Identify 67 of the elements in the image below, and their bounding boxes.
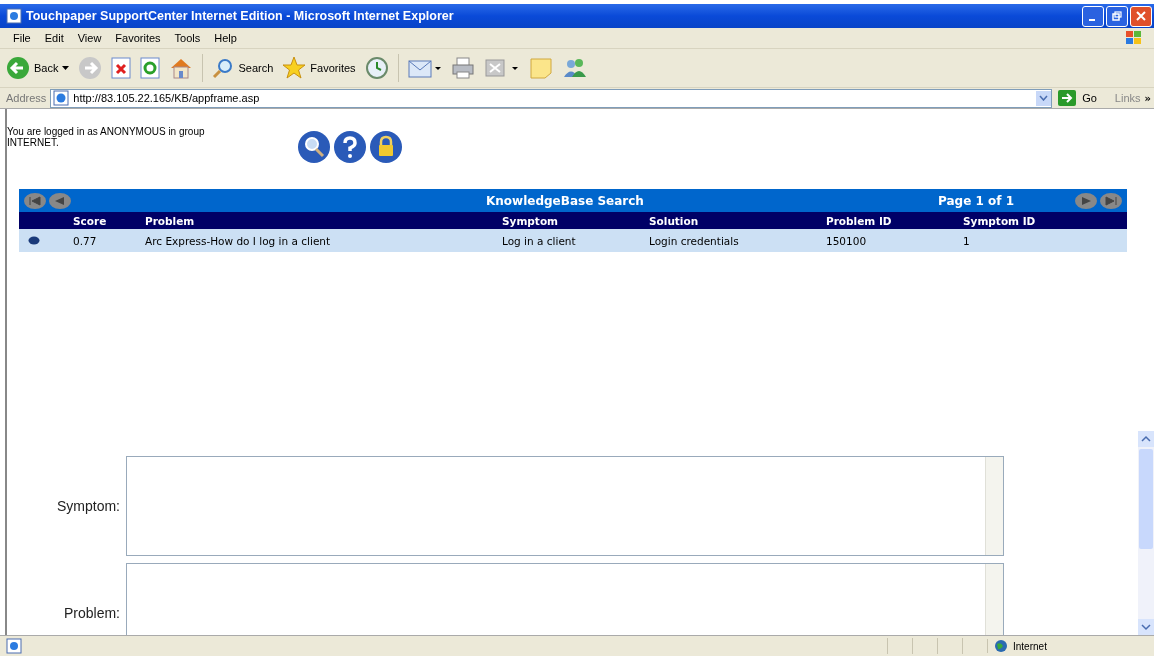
- text-area[interactable]: [126, 456, 1004, 556]
- column-header: Symptom ID: [963, 212, 1127, 229]
- table-cell: 1: [963, 229, 1127, 252]
- back-button[interactable]: Back: [6, 56, 70, 80]
- menu-item[interactable]: Help: [207, 32, 244, 44]
- vertical-scrollbar[interactable]: [1138, 431, 1154, 635]
- close-button[interactable]: [1130, 5, 1152, 27]
- close-icon: [1136, 11, 1146, 21]
- login-status-text: You are logged in as ANONYMOUS in group INTERNET.: [7, 126, 206, 148]
- field-label: Problem:: [62, 605, 121, 621]
- menu-item[interactable]: File: [6, 32, 38, 44]
- column-header: Solution: [649, 212, 826, 229]
- browser-icon: [6, 8, 22, 24]
- address-field[interactable]: http://83.105.22.165/KB/appframe.asp: [50, 88, 1053, 108]
- results-title: KnowledgeBase Search: [486, 193, 644, 208]
- printer-icon[interactable]: [450, 57, 475, 79]
- column-header: Symptom: [502, 212, 649, 229]
- window-title: Touchpaper SupportCenter Internet Edition - Microsoft Internet Explorer: [26, 9, 455, 23]
- globe-icon: [994, 639, 1008, 653]
- table-cell: Log in a client: [502, 229, 649, 252]
- first-page-icon[interactable]: [23, 191, 47, 210]
- stop-icon[interactable]: [111, 57, 132, 79]
- chevron-down-icon: [1039, 95, 1049, 101]
- security-zone-label: Internet: [1013, 640, 1047, 652]
- refresh-icon[interactable]: [140, 57, 161, 79]
- flag-logo-icon: [1124, 30, 1144, 46]
- history-clock-icon[interactable]: [364, 56, 389, 80]
- search-icon: [212, 57, 235, 79]
- table-cell: Arc Express-How do I log in a client: [145, 229, 502, 252]
- padlock-icon[interactable]: [369, 130, 403, 164]
- minimize-icon: [1088, 19, 1095, 21]
- page-icon: [53, 90, 70, 106]
- page-indicator: Page 1 of 1: [938, 193, 1014, 208]
- column-header: Problem ID: [826, 212, 963, 229]
- dropdown-button[interactable]: [1036, 90, 1052, 106]
- row-bullet-icon[interactable]: [28, 235, 40, 245]
- field-label: Symptom:: [56, 498, 121, 514]
- menu-item[interactable]: View: [70, 32, 109, 44]
- column-header: Score: [73, 212, 145, 229]
- scroll-up-button[interactable]: [1138, 431, 1154, 447]
- menu-item[interactable]: Favorites: [108, 32, 168, 44]
- mail-icon[interactable]: [407, 57, 442, 79]
- favorites-button[interactable]: Favorites: [282, 56, 356, 80]
- search-button[interactable]: Search: [212, 57, 274, 79]
- scroll-down-button[interactable]: [1138, 619, 1154, 635]
- table-cell: 150100: [826, 229, 963, 252]
- table-cell: Login credentials: [649, 229, 826, 252]
- menu-item[interactable]: Edit: [37, 32, 71, 44]
- page-status-icon: [6, 638, 22, 654]
- help-icon[interactable]: [333, 130, 367, 164]
- chevron-button[interactable]: »: [1144, 92, 1154, 104]
- table-cell: 0.77: [73, 229, 145, 252]
- address-label: Address: [6, 92, 47, 104]
- column-header: Problem: [145, 212, 502, 229]
- menu-item[interactable]: Tools: [167, 32, 208, 44]
- arrow-right-icon: [1058, 90, 1077, 106]
- restore-icon: [1112, 11, 1122, 21]
- go-button[interactable]: Go: [1056, 90, 1111, 106]
- caret-icon[interactable]: [62, 66, 70, 70]
- next-page-icon[interactable]: [1074, 191, 1098, 210]
- people-icon[interactable]: [561, 57, 588, 79]
- star-icon: [282, 56, 307, 80]
- minimize-button[interactable]: [1082, 5, 1104, 27]
- search-icon[interactable]: [297, 130, 331, 164]
- last-page-icon[interactable]: [1099, 191, 1123, 210]
- previous-page-icon[interactable]: [48, 191, 72, 210]
- restore-button[interactable]: [1106, 5, 1128, 27]
